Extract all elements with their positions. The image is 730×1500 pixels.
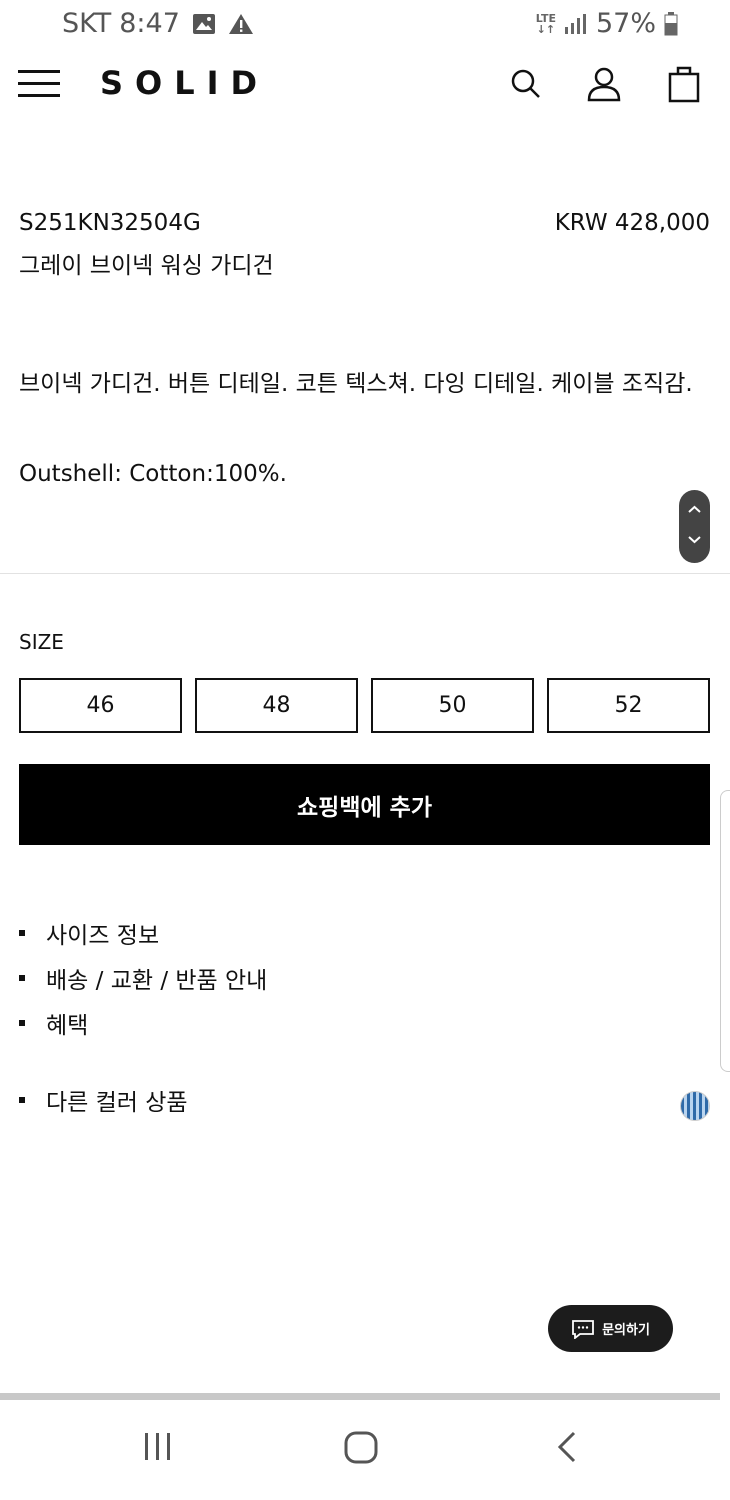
size-option-48[interactable]: 48: [195, 678, 358, 733]
other-colors-label: 다른 컬러 상품: [46, 1090, 188, 1116]
other-colors-link[interactable]: 다른 컬러 상품: [19, 1083, 188, 1117]
recent-apps-icon[interactable]: [142, 1430, 174, 1462]
shipping-info-link[interactable]: 배송 / 교환 / 반품 안내: [19, 955, 267, 1000]
product-description: 브이넥 가디건. 버튼 디테일. 코튼 텍스쳐. 다잉 디테일. 케이블 조직감…: [19, 371, 693, 397]
size-label: SIZE: [19, 630, 64, 654]
side-panel-edge[interactable]: [720, 790, 730, 1072]
product-name: 그레이 브이넥 워싱 가디건: [19, 253, 274, 279]
size-option-46[interactable]: 46: [19, 678, 182, 733]
product-material: Outshell: Cotton:100%.: [19, 461, 287, 487]
battery-icon: [664, 11, 678, 35]
site-header: SOLID: [0, 58, 730, 112]
size-info-label: 사이즈 정보: [46, 922, 160, 949]
size-option-50[interactable]: 50: [371, 678, 534, 733]
benefits-label: 혜택: [46, 1012, 89, 1039]
user-icon[interactable]: [584, 64, 624, 104]
bullet: [19, 1097, 25, 1103]
benefits-link[interactable]: 혜택: [19, 1000, 267, 1045]
info-links: 사이즈 정보 배송 / 교환 / 반품 안내 혜택: [19, 910, 267, 1045]
network-indicator: LTE ↓↑: [536, 13, 556, 35]
product-code: S251KN32504G: [19, 210, 201, 236]
chat-icon: [572, 1319, 594, 1339]
bullet: [19, 1019, 25, 1026]
bottom-scroll-bar: [0, 1393, 720, 1400]
product-price: KRW 428,000: [554, 210, 710, 236]
section-divider: [0, 573, 730, 574]
color-swatch[interactable]: [680, 1091, 710, 1121]
size-option-52[interactable]: 52: [547, 678, 710, 733]
chevron-down-icon[interactable]: [687, 535, 702, 545]
chevron-up-icon[interactable]: [687, 504, 702, 514]
bullet: [19, 974, 25, 981]
site-logo[interactable]: SOLID: [100, 64, 269, 102]
size-info-link[interactable]: 사이즈 정보: [19, 910, 267, 955]
clock: 8:47: [119, 8, 180, 39]
status-left: SKT 8:47: [62, 8, 254, 39]
bullet: [19, 929, 25, 936]
carrier-label: SKT: [62, 8, 112, 39]
add-to-bag-button[interactable]: 쇼핑백에 추가: [19, 764, 710, 845]
network-activity: ↓↑: [536, 22, 556, 36]
warning-icon: [228, 13, 253, 34]
inquiry-chat-button[interactable]: 문의하기: [548, 1305, 673, 1352]
gallery-icon: [192, 13, 215, 34]
chat-label: 문의하기: [602, 1323, 650, 1338]
back-icon[interactable]: [554, 1430, 578, 1464]
shipping-info-label: 배송 / 교환 / 반품 안내: [46, 967, 268, 994]
hamburger-icon[interactable]: [18, 70, 60, 98]
status-right: LTE ↓↑ 57%: [536, 8, 678, 39]
network-type: LTE: [535, 11, 556, 25]
search-icon[interactable]: [506, 64, 546, 104]
scroll-control[interactable]: [679, 490, 710, 563]
battery-percent: 57%: [595, 8, 656, 39]
size-options: 46 48 50 52: [19, 678, 710, 733]
home-icon[interactable]: [344, 1430, 378, 1464]
status-bar: SKT 8:47 LTE ↓↑ 57%: [0, 0, 730, 50]
system-nav-bar: [0, 1400, 730, 1500]
signal-icon: [564, 13, 586, 34]
shopping-bag-icon[interactable]: [664, 64, 704, 104]
